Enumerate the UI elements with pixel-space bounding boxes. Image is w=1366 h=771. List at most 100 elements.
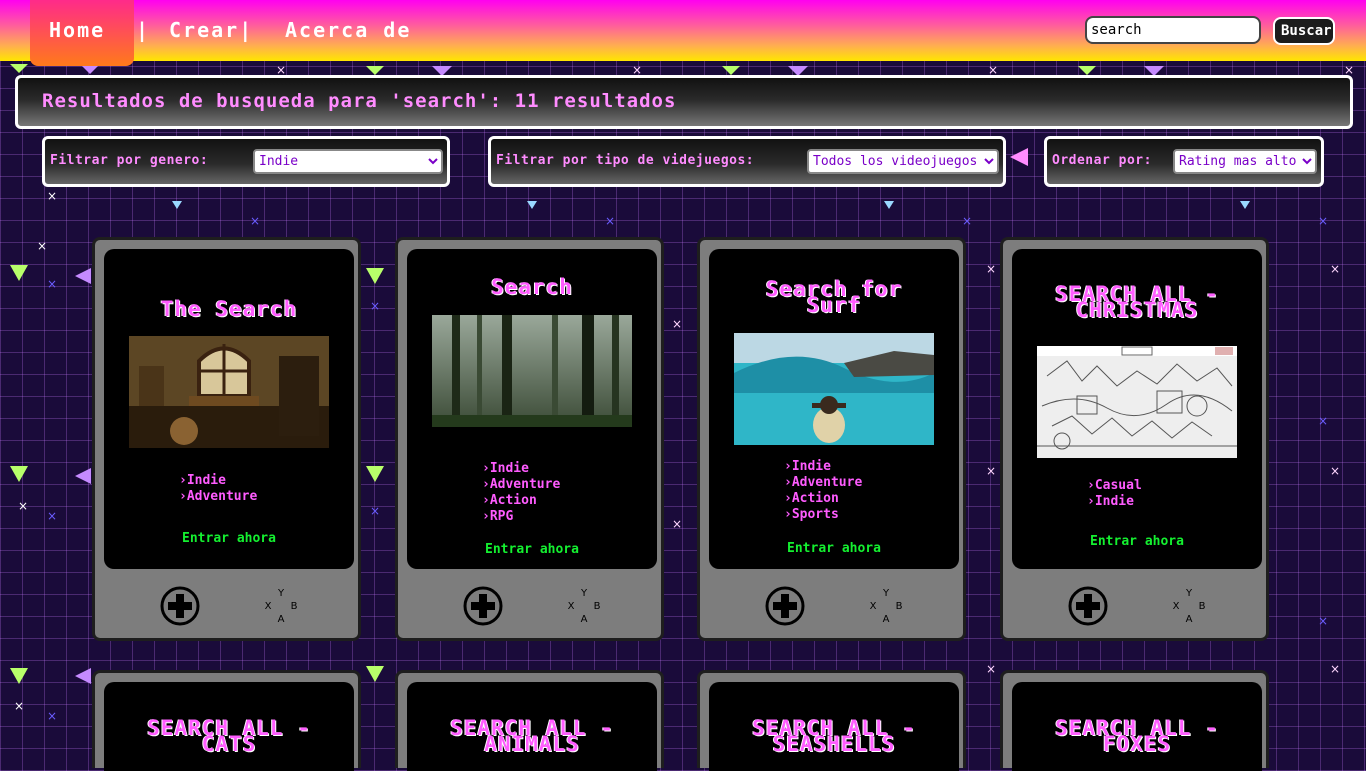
enter-now-link[interactable]: Entrar ahora: [709, 541, 959, 556]
button-a-label: A: [1186, 614, 1193, 625]
triangle-decoration: [75, 668, 91, 684]
genre-list: ›Casual ›Indie: [1012, 478, 1262, 510]
cross-decoration: ×: [47, 189, 58, 203]
triangle-decoration: [366, 466, 384, 482]
genre-list: ›Indie ›Adventure ›Action ›RPG: [407, 461, 657, 525]
button-b-label: B: [896, 601, 903, 612]
navbar: Home | Crear| Acerca de Buscar: [0, 0, 1366, 66]
cross-decoration: ×: [1318, 414, 1329, 428]
triangle-decoration: [75, 268, 91, 284]
results-header: Resultados de busqueda para 'search': 11…: [15, 75, 1353, 129]
genre-tag: ›Adventure: [179, 489, 258, 504]
genre-tag: ›Action: [784, 491, 839, 506]
game-title: Search: [491, 275, 573, 299]
game-thumbnail[interactable]: [432, 315, 632, 427]
genre-tag: ›Indie: [179, 473, 226, 488]
button-b-label: B: [594, 601, 601, 612]
type-filter: Filtrar por tipo de videjuegos: Todos lo…: [488, 136, 1006, 187]
cross-decoration: ×: [1330, 662, 1341, 676]
triangle-decoration: [527, 201, 537, 209]
triangle-decoration: [10, 64, 28, 73]
game-title-line-2: Surf: [806, 293, 862, 317]
game-title-line-2: ANIMALS: [484, 732, 580, 756]
button-a-label: A: [581, 614, 588, 625]
abxy-buttons-icon: Y X B A: [870, 588, 903, 625]
game-card[interactable]: SEARCH ALL - CHRISTMAS ›Casual ›Indie En…: [1000, 237, 1269, 641]
dpad-icon: [160, 586, 200, 626]
cross-decoration: ×: [14, 699, 25, 713]
type-filter-label: Filtrar por tipo de videjuegos:: [496, 153, 755, 168]
triangle-decoration: [172, 201, 182, 209]
sort-select[interactable]: Rating mas alto: [1173, 149, 1317, 174]
cross-decoration: ×: [986, 464, 997, 478]
genre-tag: ›Indie: [1087, 494, 1134, 509]
cross-decoration: ×: [47, 709, 58, 723]
nav-separator: |: [136, 18, 149, 42]
genre-tag: ›Sports: [784, 507, 839, 522]
button-a-label: A: [883, 614, 890, 625]
search-input[interactable]: [1085, 16, 1261, 44]
cross-decoration: ×: [370, 504, 381, 518]
type-select[interactable]: Todos los videojuegos: [807, 149, 999, 174]
triangle-decoration: [10, 668, 28, 684]
cross-decoration: ×: [605, 214, 616, 228]
cross-decoration: ×: [672, 517, 683, 531]
cross-decoration: ×: [1330, 262, 1341, 276]
triangle-decoration: [884, 201, 894, 209]
game-thumbnail[interactable]: [129, 336, 329, 448]
triangle-decoration: [366, 666, 384, 682]
cross-decoration: ×: [962, 214, 973, 228]
cross-decoration: ×: [370, 299, 381, 313]
game-title-line-2: SEASHELLS: [772, 732, 896, 756]
game-card[interactable]: Search for Surf ›Indie ›Adventure ›Actio…: [697, 237, 966, 641]
button-x-label: X: [870, 601, 877, 612]
card-screen: SEARCH ALL - CHRISTMAS ›Casual ›Indie En…: [1012, 249, 1262, 569]
game-thumbnail[interactable]: [1037, 346, 1237, 458]
cross-decoration: ×: [250, 214, 261, 228]
genre-tag: ›Indie: [482, 461, 529, 476]
game-card[interactable]: Search ›Indie ›Adventure ›Action ›RPG En…: [395, 237, 664, 641]
card-screen: Search for Surf ›Indie ›Adventure ›Actio…: [709, 249, 959, 569]
cross-decoration: ×: [672, 317, 683, 331]
game-title-line-2: FOXES: [1102, 732, 1172, 756]
nav-home-link[interactable]: Home: [49, 18, 105, 42]
enter-now-link[interactable]: Entrar ahora: [1012, 534, 1262, 549]
sort-filter: Ordenar por: Rating mas alto: [1044, 136, 1324, 187]
triangle-decoration: [1010, 148, 1028, 166]
genre-list: ›Indie ›Adventure: [104, 473, 354, 505]
dpad-icon: [463, 586, 503, 626]
button-b-label: B: [291, 601, 298, 612]
triangle-decoration: [75, 468, 91, 484]
card-screen: Search ›Indie ›Adventure ›Action ›RPG En…: [407, 249, 657, 569]
button-y-label: Y: [580, 588, 588, 599]
nav-crear-link[interactable]: Crear|: [169, 18, 253, 42]
game-card[interactable]: SEARCH ALL - SEASHELLS: [697, 670, 966, 771]
genre-filter: Filtrar por genero: Indie: [42, 136, 450, 187]
button-y-label: Y: [277, 588, 285, 599]
enter-now-link[interactable]: Entrar ahora: [104, 531, 354, 546]
search-button[interactable]: Buscar: [1273, 17, 1335, 45]
button-x-label: X: [568, 601, 575, 612]
genre-select[interactable]: Indie: [253, 149, 443, 174]
game-card[interactable]: SEARCH ALL - FOXES: [1000, 670, 1269, 771]
game-card[interactable]: The Search ›Indie ›Adventure Entrar ahor…: [92, 237, 361, 641]
card-screen: The Search ›Indie ›Adventure Entrar ahor…: [104, 249, 354, 569]
abxy-buttons-icon: Y X B A: [1173, 588, 1206, 625]
triangle-decoration: [10, 265, 28, 281]
game-card[interactable]: SEARCH ALL - CATS: [92, 670, 361, 771]
nav-about-link[interactable]: Acerca de: [285, 18, 411, 42]
genre-tag: ›Adventure: [784, 475, 863, 490]
triangle-decoration: [366, 66, 384, 75]
cross-decoration: ×: [1318, 214, 1329, 228]
game-title: The Search: [160, 297, 298, 321]
genre-tag: ›Action: [482, 493, 537, 508]
cross-decoration: ×: [986, 662, 997, 676]
game-card[interactable]: SEARCH ALL - ANIMALS: [395, 670, 664, 771]
triangle-decoration: [366, 268, 384, 284]
triangle-decoration: [1078, 66, 1096, 75]
button-y-label: Y: [1185, 588, 1193, 599]
button-x-label: X: [1173, 601, 1180, 612]
enter-now-link[interactable]: Entrar ahora: [407, 542, 657, 557]
cross-decoration: ×: [37, 239, 48, 253]
game-thumbnail[interactable]: [734, 333, 934, 445]
